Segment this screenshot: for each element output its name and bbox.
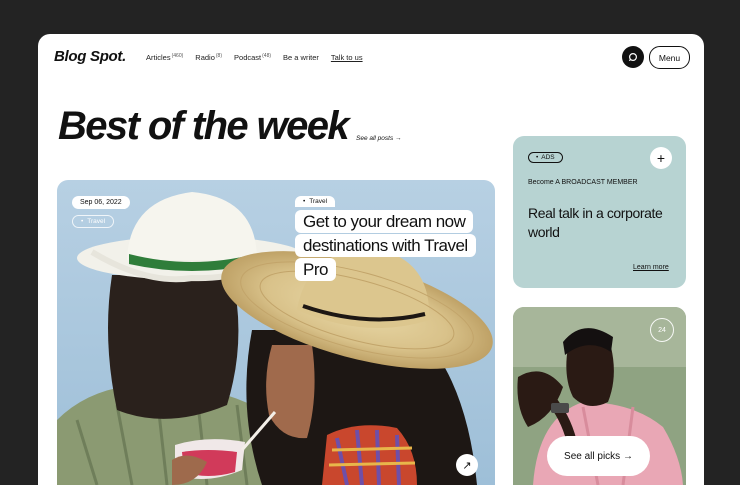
open-article-button[interactable]: ↗ (456, 454, 478, 476)
nav-item-count: (48) (262, 53, 272, 59)
menu-button[interactable]: Menu (649, 46, 690, 69)
featured-title-text: Get to your dream now destinations with … (295, 210, 476, 281)
plus-button[interactable]: + (650, 147, 672, 169)
featured-title[interactable]: Get to your dream now destinations with … (295, 210, 485, 282)
plus-icon: + (656, 150, 666, 166)
arrow-up-right-icon: ↗ (462, 459, 472, 472)
category-tag[interactable]: Travel (72, 215, 115, 228)
main-nav: Articles (460) Radio (8) Podcast (48) Be… (146, 53, 363, 62)
featured-article-card[interactable]: Sep 06, 2022 Travel Travel Get to your d… (57, 180, 495, 485)
nav-item-talk-to-us[interactable]: Talk to us (331, 53, 363, 62)
nav-item-count: (8) (215, 53, 223, 59)
picks-card[interactable]: 24 See all picks → (513, 307, 686, 485)
ads-badge: ADS (528, 152, 563, 163)
ad-headline: Real talk in a corporate world (528, 205, 663, 240)
nav-item-label: Be a writer (283, 53, 319, 62)
ad-eyebrow: Become A BROADCAST MEMBER (528, 179, 638, 186)
nav-item-articles[interactable]: Articles (460) (146, 53, 183, 62)
search-icon (628, 52, 638, 62)
page-frame: Blog Spot. Articles (460) Radio (8) Podc… (38, 34, 704, 485)
nav-item-label: Articles (146, 53, 171, 62)
nav-item-radio[interactable]: Radio (8) (195, 53, 222, 62)
nav-item-count: (460) (171, 53, 184, 59)
see-all-posts-link[interactable]: See all posts → (356, 135, 402, 142)
nav-item-label: Talk to us (330, 53, 363, 62)
page-title: Best of the week (58, 104, 350, 148)
title-category-tag[interactable]: Travel (295, 196, 336, 207)
nav-item-be-a-writer[interactable]: Be a writer (283, 53, 319, 62)
nav-item-label: Podcast (234, 53, 262, 62)
see-all-picks-button[interactable]: See all picks → (547, 436, 650, 476)
nav-item-podcast[interactable]: Podcast (48) (234, 53, 271, 62)
nav-item-label: Radio (195, 53, 215, 62)
search-button[interactable] (622, 46, 644, 68)
site-logo[interactable]: Blog Spot. (54, 48, 126, 65)
date-badge: Sep 06, 2022 (72, 196, 130, 209)
picks-count: 24 (650, 318, 674, 342)
learn-more-link[interactable]: Learn more (633, 264, 669, 271)
ad-card[interactable]: ADS + Become A BROADCAST MEMBER Real tal… (513, 136, 686, 288)
